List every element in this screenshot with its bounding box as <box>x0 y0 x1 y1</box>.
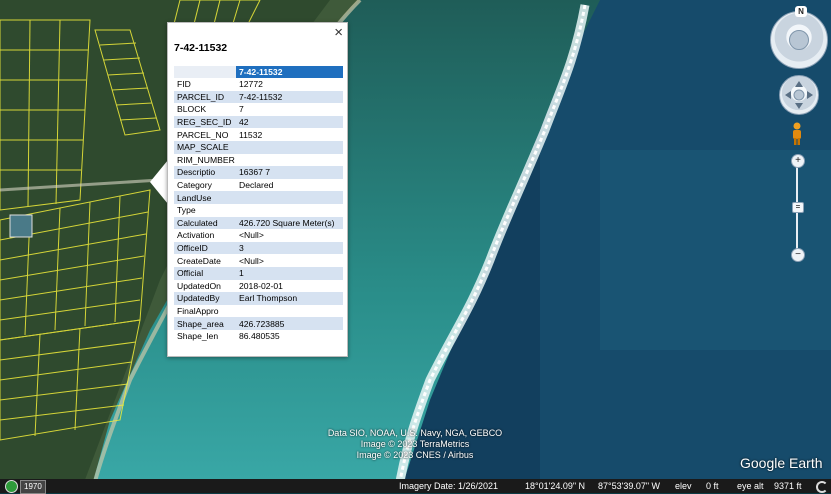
credit-line-3: Image © 2023 CNES / Airbus <box>356 450 474 460</box>
header-value: 7-42-11532 <box>236 66 343 78</box>
attribute-key: Official <box>174 266 236 280</box>
header-spacer <box>174 66 236 78</box>
attribute-value: 16367 7 <box>236 166 343 179</box>
longitude-readout: 87°53'39.07" W <box>598 481 661 491</box>
attribute-key: OfficeID <box>174 241 236 255</box>
move-control[interactable] <box>779 75 819 115</box>
balloon-pointer <box>150 160 168 204</box>
attribute-key: RIM_NUMBER <box>177 154 235 165</box>
attribute-value: Declared <box>239 180 274 191</box>
attribute-key: FinalAppro <box>177 305 219 316</box>
attribute-value: 12772 <box>239 79 263 90</box>
credit-line-2: Image © 2023 TerraMetrics <box>360 439 470 449</box>
attribute-value: 426.723885 <box>236 317 343 330</box>
attribute-value: Earl Thompson <box>236 292 343 305</box>
attribute-value: <Null> <box>239 255 264 266</box>
attribute-row: MAP_SCALE <box>174 140 343 154</box>
attribute-value: 3 <box>236 241 343 255</box>
attribute-row: CreateDate <Null> <box>174 254 343 267</box>
attribute-row: Category Declared <box>174 179 343 192</box>
attribute-key: Activation <box>177 230 215 241</box>
balloon-title: 7-42-11532 <box>174 42 228 54</box>
attribute-value: 86.480535 <box>239 331 280 342</box>
attribute-value: <Null> <box>239 230 264 241</box>
eye-alt-label: eye alt <box>737 481 764 491</box>
zoom-in-button[interactable]: + <box>791 154 805 168</box>
attribute-row: Calculated 426.720 Square Meter(s) <box>174 216 343 230</box>
attribute-key: Category <box>177 180 212 191</box>
look-around-control[interactable]: N <box>770 6 828 69</box>
credit-line-1: Data SIO, NOAA, U.S. Navy, NGA, GEBCO <box>327 428 503 438</box>
attribute-table: 7-42-11532 FID 12772 PARCEL_ID 7-42-11532 BL… <box>174 66 343 342</box>
attribute-key: PARCEL_ID <box>174 90 236 104</box>
attribute-value: 7-42-11532 <box>236 90 343 104</box>
attribute-value: 2018-02-01 <box>239 280 283 291</box>
attribute-row: PARCEL_NO 11532 <box>174 128 343 141</box>
attribute-row: RIM_NUMBER <box>174 154 343 167</box>
attribute-row: Type <box>174 204 343 217</box>
north-indicator[interactable]: N <box>795 6 807 17</box>
pegman-icon[interactable] <box>790 122 804 146</box>
attribute-key: LandUse <box>174 191 236 204</box>
attribute-row: FID 12772 <box>174 78 343 91</box>
attribute-key: Calculated <box>174 216 236 230</box>
attribute-row: UpdatedBy Earl Thompson <box>174 292 343 305</box>
attribute-row: REG_SEC_ID 42 <box>174 115 343 129</box>
attribute-row: Shape_len 86.480535 <box>174 330 343 343</box>
attribute-key: MAP_SCALE <box>174 140 236 154</box>
satellite-map-view[interactable] <box>0 0 831 493</box>
status-bar: 1970 Imagery Date: 1/26/2021 18°01'24.09… <box>0 479 831 494</box>
attribute-value <box>236 204 343 217</box>
attribute-row: PARCEL_ID 7-42-11532 <box>174 90 343 104</box>
zoom-thumb[interactable]: = <box>792 202 804 213</box>
imagery-credits: Data SIO, NOAA, U.S. Navy, NGA, GEBCO Im… <box>300 428 530 461</box>
attribute-value <box>236 140 343 154</box>
attribute-row: LandUse <box>174 191 343 204</box>
zoom-slider[interactable]: + = − <box>791 154 805 264</box>
attribute-row: Activation <Null> <box>174 229 343 242</box>
attribute-row: UpdatedOn 2018-02-01 <box>174 280 343 293</box>
attribute-key: Shape_len <box>177 331 219 342</box>
year-badge[interactable]: 1970 <box>20 480 46 494</box>
zoom-out-button[interactable]: − <box>791 248 805 262</box>
attribute-row: OfficeID 3 <box>174 241 343 255</box>
attribute-key: UpdatedBy <box>174 292 236 305</box>
attribute-value <box>236 305 343 318</box>
eye-icon[interactable] <box>789 30 809 50</box>
google-earth-logo: Google Earth <box>740 455 823 471</box>
attribute-row: FinalAppro <box>174 305 343 318</box>
elev-label: elev <box>675 481 692 491</box>
attribute-value <box>236 191 343 204</box>
attribute-key: BLOCK <box>177 104 207 115</box>
attribute-value: 11532 <box>239 129 263 140</box>
attribute-value: 1 <box>236 266 343 280</box>
attribute-key: REG_SEC_ID <box>174 115 236 129</box>
imagery-date: Imagery Date: 1/26/2021 <box>399 481 499 491</box>
attribute-key: UpdatedOn <box>177 280 221 291</box>
eye-alt-value: 9371 ft <box>774 481 802 491</box>
parcel-info-balloon: 7-42-11532 × 7-42-11532 FID 12772 PARCEL_I… <box>167 22 348 357</box>
attribute-key: Shape_area <box>174 317 236 330</box>
attribute-row: Shape_area 426.723885 <box>174 317 343 330</box>
attribute-key: FID <box>177 79 191 90</box>
attribute-key: PARCEL_NO <box>177 129 229 140</box>
attribute-table-header: 7-42-11532 <box>174 66 343 78</box>
attribute-key: Type <box>177 205 196 216</box>
attribute-key: CreateDate <box>177 255 221 266</box>
attribute-row: BLOCK 7 <box>174 103 343 116</box>
latitude-readout: 18°01'24.09" N <box>525 481 586 491</box>
pan-arrows-icon <box>785 81 813 109</box>
attribute-value: 42 <box>236 115 343 129</box>
close-icon[interactable]: × <box>334 24 343 42</box>
elev-value: 0 ft <box>706 481 719 491</box>
historical-imagery-icon[interactable] <box>5 480 18 493</box>
attribute-row: Descriptio 16367 7 <box>174 166 343 179</box>
attribute-value <box>236 154 343 167</box>
attribute-key: Descriptio <box>174 166 236 179</box>
map-imagery <box>0 0 831 493</box>
attribute-row: Official 1 <box>174 266 343 280</box>
attribute-value: 426.720 Square Meter(s) <box>236 216 343 230</box>
attribute-value: 7 <box>239 104 244 115</box>
loading-spinner-icon <box>816 481 828 493</box>
